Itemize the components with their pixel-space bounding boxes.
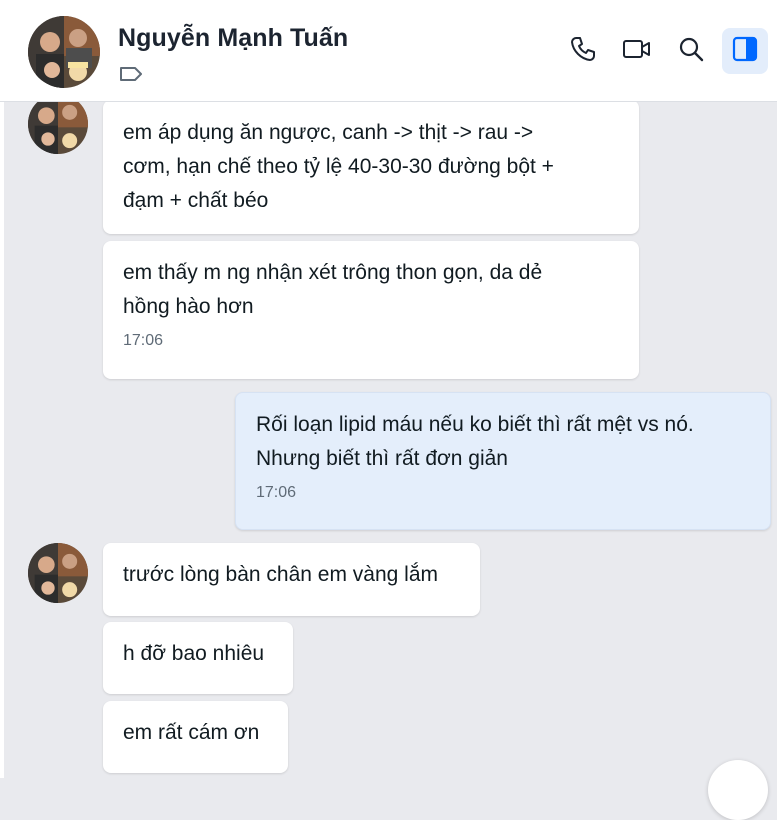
message-avatar[interactable] bbox=[28, 94, 88, 154]
message-bubble[interactable]: em rất cám ơn bbox=[103, 701, 288, 773]
search-button[interactable] bbox=[668, 28, 714, 74]
search-icon bbox=[677, 35, 705, 68]
my-message-bubble[interactable]: Rối loạn lipid máu nếu ko biết thì rất m… bbox=[235, 392, 771, 530]
message-avatar[interactable] bbox=[28, 543, 88, 603]
message-bubble[interactable]: trước lòng bàn chân em vàng lắm bbox=[103, 543, 480, 616]
scroll-to-bottom-button[interactable] bbox=[708, 760, 768, 820]
side-panel-icon bbox=[732, 36, 758, 67]
video-call-button[interactable] bbox=[614, 28, 660, 74]
message-text: trước lòng bàn chân em vàng lắm bbox=[123, 563, 438, 586]
message-text: em áp dụng ăn ngược, canh -> thịt -> rau… bbox=[123, 121, 554, 212]
left-edge bbox=[0, 102, 4, 778]
message-text: h đỡ bao nhiêu bbox=[123, 642, 265, 665]
tag-icon[interactable] bbox=[118, 64, 144, 84]
video-call-icon bbox=[622, 37, 652, 66]
message-bubble[interactable]: em thấy m ng nhận xét trông thon gọn, da… bbox=[103, 241, 639, 379]
message-bubble[interactable]: h đỡ bao nhiêu bbox=[103, 622, 293, 694]
call-button[interactable] bbox=[560, 28, 606, 74]
toggle-side-panel-button[interactable] bbox=[722, 28, 768, 74]
contact-avatar[interactable] bbox=[28, 16, 100, 88]
message-time: 17:06 bbox=[123, 332, 164, 349]
message-bubble[interactable]: em áp dụng ăn ngược, canh -> thịt -> rau… bbox=[103, 100, 639, 234]
message-time: 17:06 bbox=[256, 484, 297, 501]
message-text: Rối loạn lipid máu nếu ko biết thì rất m… bbox=[256, 413, 694, 470]
phone-icon bbox=[569, 35, 597, 68]
message-text: em rất cám ơn bbox=[123, 721, 260, 744]
contact-name[interactable]: Nguyễn Mạnh Tuấn bbox=[118, 24, 348, 53]
message-text: em thấy m ng nhận xét trông thon gọn, da… bbox=[123, 261, 543, 318]
chat-header: Nguyễn Mạnh Tuấn bbox=[0, 0, 777, 102]
